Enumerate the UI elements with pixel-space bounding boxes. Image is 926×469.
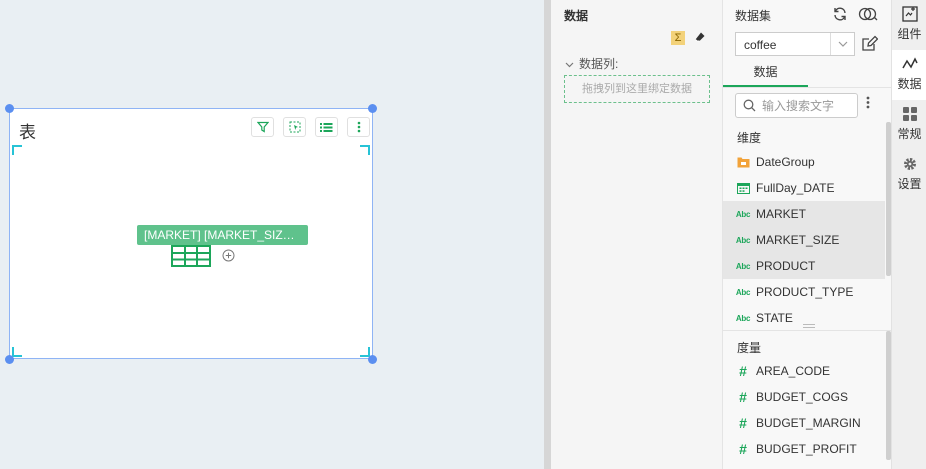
add-circle-icon[interactable] [222,249,235,265]
bound-fields-tag[interactable]: [MARKET] [MARKET_SIZ… [137,225,308,245]
section-resize-grip[interactable] [803,324,815,328]
dataset-panel: 数据集 coffee 数据 维度 DateGroup [723,0,891,469]
field-item[interactable]: # BUDGET_MARGIN [723,410,885,436]
gear-icon [903,158,916,170]
list-button[interactable] [315,117,338,137]
more-vertical-icon[interactable] [866,96,870,112]
abc-icon: Abc [735,235,751,245]
filter-icon [256,121,269,133]
select-cursor-icon [289,121,301,133]
grid-icon [902,107,917,121]
abc-icon: Abc [735,313,751,323]
dataset-join-icon[interactable] [858,6,878,25]
inner-corner-bl [12,347,22,357]
field-item[interactable]: FullDay_DATE [723,175,885,201]
tab-divider [723,87,891,88]
hash-icon: # [739,415,747,431]
field-item[interactable]: # BUDGET_PROFIT [723,436,885,462]
data-columns-label: 数据列: [565,55,618,72]
select-button[interactable] [283,117,306,137]
filter-button[interactable] [251,117,274,137]
field-item[interactable]: Abc MARKET_SIZE [723,227,885,253]
field-item[interactable]: # AREA_CODE [723,358,885,384]
resize-handle-bl[interactable] [5,355,14,364]
chevron-down-icon [565,62,574,68]
aggregate-sigma-button[interactable]: Σ [671,31,685,45]
field-item[interactable]: Abc PRODUCT_TYPE [723,279,885,305]
design-canvas[interactable]: 表 [MARKET] [MARKET_SIZ… [0,0,544,469]
search-icon [743,99,756,112]
dimensions-section: 维度 DateGroup FullDay_DATE Abc MARKET Abc… [723,122,891,328]
edit-dataset-button[interactable] [861,35,879,55]
field-item[interactable]: Abc MARKET [723,201,885,227]
more-button[interactable] [347,117,370,137]
abc-icon: Abc [735,209,751,219]
dataset-title: 数据集 [735,9,772,23]
tab-components[interactable]: 组件 [892,0,926,50]
dimensions-label: 维度 [737,131,762,145]
field-item[interactable]: DateGroup [723,149,885,175]
hash-icon: # [739,363,747,379]
refresh-icon[interactable] [832,6,848,25]
data-line-icon [901,57,918,69]
dataset-select-value: coffee [744,38,777,52]
table-widget[interactable]: 表 [MARKET] [MARKET_SIZ… [9,108,373,359]
hash-icon: # [739,389,747,405]
tab-data-panel[interactable]: 数据 [892,50,926,100]
panel-splitter[interactable] [544,0,551,469]
chevron-down-icon[interactable] [830,33,854,55]
right-toolbar: 组件 数据 常规 设置 [891,0,926,469]
tab-settings[interactable]: 设置 [892,150,926,200]
dataset-select[interactable]: coffee [735,32,855,56]
column-drop-zone[interactable]: 拖拽列到这里绑定数据 [564,75,710,103]
measures-section: 度量 # AREA_CODE # BUDGET_COGS # BUDGET_MA… [723,330,891,469]
list-icon [320,122,333,133]
eraser-icon [694,32,706,46]
abc-icon: Abc [735,261,751,271]
table-icon [171,245,211,270]
resize-handle-tr[interactable] [368,104,377,113]
folder-date-icon [736,156,750,168]
widget-title: 表 [19,123,36,143]
data-config-panel: 数据 Σ 数据列: 拖拽列到这里绑定数据 [551,0,723,469]
abc-icon: Abc [735,287,751,297]
tab-general[interactable]: 常规 [892,100,926,150]
calendar-icon [736,182,750,194]
field-item[interactable]: # BUDGET_COGS [723,384,885,410]
eraser-button[interactable] [694,31,708,45]
field-item[interactable]: Abc PRODUCT [723,253,885,279]
field-search[interactable] [735,93,858,118]
resize-handle-br[interactable] [368,355,377,364]
inner-corner-tl [12,145,22,155]
edit-icon [861,35,879,55]
measures-label: 度量 [737,341,762,355]
more-vertical-icon [357,121,361,133]
search-input[interactable] [762,97,854,114]
resize-handle-tl[interactable] [5,104,14,113]
hash-icon: # [739,441,747,457]
inner-corner-tr [360,145,370,155]
tab-data[interactable]: 数据 [723,60,808,88]
config-title: 数据 [564,9,589,23]
add-component-icon [901,6,918,22]
